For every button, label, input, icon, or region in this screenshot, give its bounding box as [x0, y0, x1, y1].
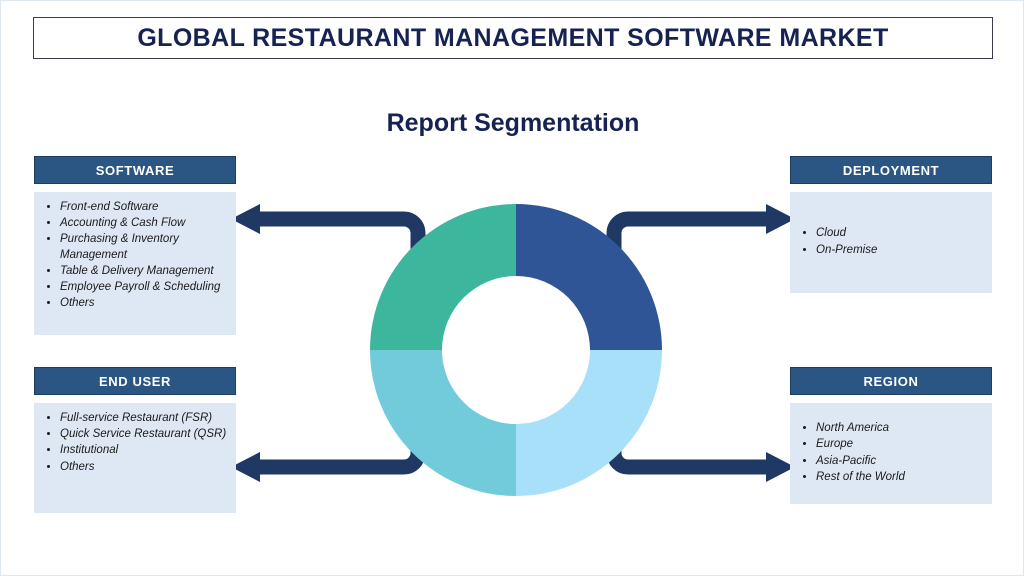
- panel-end-user-body: Full-service Restaurant (FSR) Quick Serv…: [34, 403, 236, 513]
- panel-region-header-label: REGION: [863, 373, 919, 389]
- list-item: Asia-Pacific: [816, 454, 905, 469]
- page-title: GLOBAL RESTAURANT MANAGEMENT SOFTWARE MA…: [137, 23, 889, 52]
- panel-end-user-list: Full-service Restaurant (FSR) Quick Serv…: [42, 411, 230, 475]
- donut-center-hole: [442, 276, 590, 424]
- panel-region-header: REGION: [790, 367, 992, 395]
- panel-software-body: Front-end Software Accounting & Cash Flo…: [34, 192, 236, 335]
- panel-deployment: DEPLOYMENT Cloud On-Premise: [790, 156, 992, 293]
- list-item: Institutional: [60, 443, 230, 458]
- list-item: Purchasing & Inventory Management: [60, 232, 230, 262]
- panel-software-list: Front-end Software Accounting & Cash Flo…: [42, 200, 230, 311]
- panel-end-user-header-label: END USER: [99, 373, 171, 389]
- list-item: Others: [60, 296, 230, 311]
- panel-deployment-list: Cloud On-Premise: [798, 226, 877, 258]
- panel-deployment-header: DEPLOYMENT: [790, 156, 992, 184]
- list-item: Table & Delivery Management: [60, 264, 230, 279]
- list-item: Accounting & Cash Flow: [60, 216, 230, 231]
- subtitle: Report Segmentation: [386, 109, 640, 137]
- list-item: Quick Service Restaurant (QSR): [60, 427, 230, 442]
- list-item: Rest of the World: [816, 470, 905, 485]
- panel-region-list: North America Europe Asia-Pacific Rest o…: [798, 421, 905, 486]
- panel-deployment-header-label: DEPLOYMENT: [842, 162, 940, 178]
- panel-deployment-body: Cloud On-Premise: [790, 192, 992, 293]
- panel-software-header: SOFTWARE: [34, 156, 236, 184]
- infographic-canvas: GLOBAL RESTAURANT MANAGEMENT SOFTWARE MA…: [0, 0, 1024, 576]
- list-item: Cloud: [816, 226, 877, 241]
- list-item: Europe: [816, 437, 905, 452]
- panel-region: REGION North America Europe Asia-Pacific…: [790, 367, 992, 504]
- title-box: GLOBAL RESTAURANT MANAGEMENT SOFTWARE MA…: [33, 17, 993, 59]
- list-item: On-Premise: [816, 243, 877, 258]
- list-item: North America: [816, 421, 905, 436]
- panel-software: SOFTWARE Front-end Software Accounting &…: [34, 156, 236, 335]
- list-item: Others: [60, 460, 230, 475]
- panel-end-user-header: END USER: [34, 367, 236, 395]
- list-item: Front-end Software: [60, 200, 230, 215]
- list-item: Full-service Restaurant (FSR): [60, 411, 230, 426]
- list-item: Employee Payroll & Scheduling: [60, 280, 230, 295]
- donut-chart: [370, 204, 662, 496]
- panel-end-user: END USER Full-service Restaurant (FSR) Q…: [34, 367, 236, 513]
- panel-region-body: North America Europe Asia-Pacific Rest o…: [790, 403, 992, 504]
- panel-software-header-label: SOFTWARE: [95, 162, 175, 178]
